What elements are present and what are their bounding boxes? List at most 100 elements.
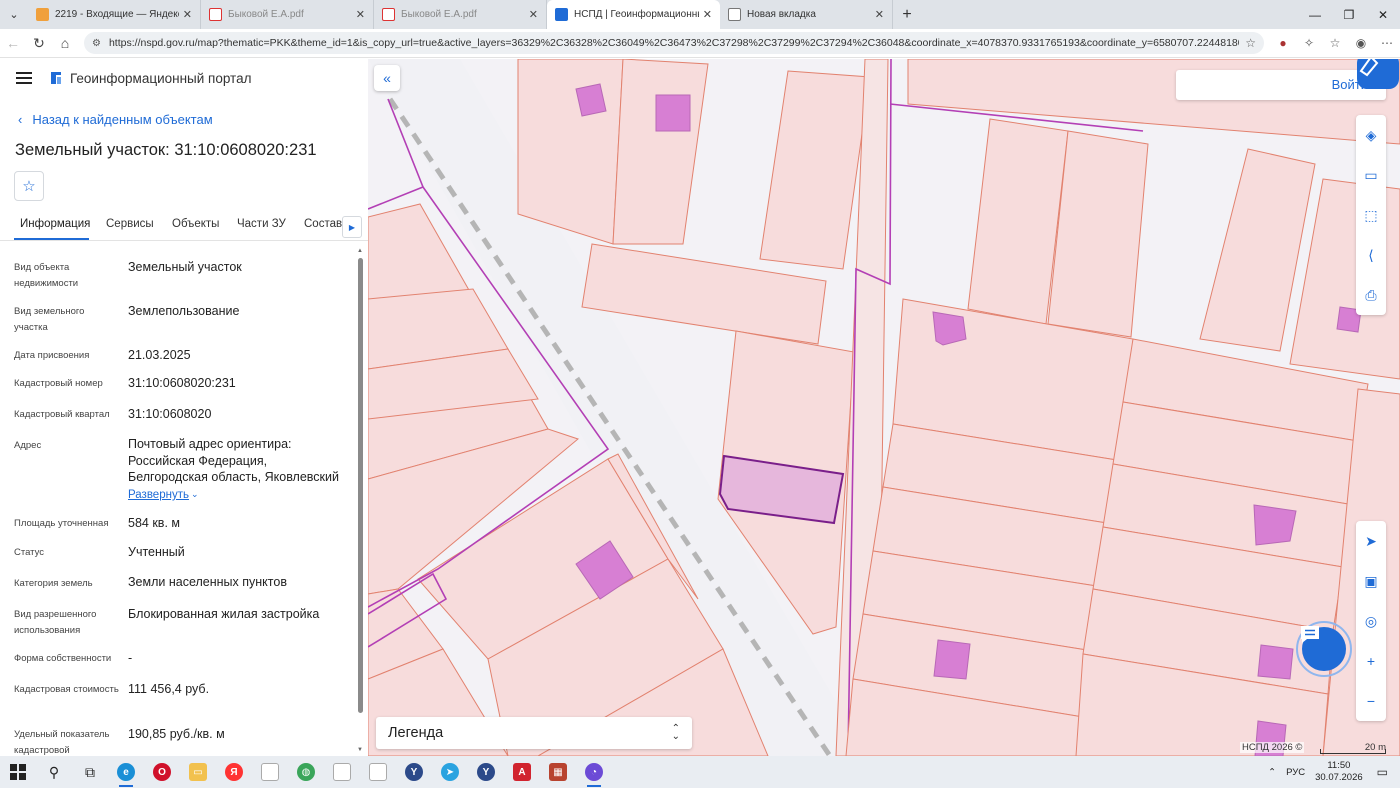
home-icon[interactable]: ⌂ bbox=[52, 30, 78, 56]
layers-icon[interactable]: ◈ bbox=[1356, 115, 1386, 155]
yandex-browser-icon[interactable]: Я bbox=[216, 756, 252, 788]
share-icon[interactable]: ⟨ bbox=[1356, 235, 1386, 275]
document-icon[interactable] bbox=[324, 756, 360, 788]
chevron-down-icon[interactable]: ⌄ bbox=[191, 489, 199, 500]
browser-tab[interactable]: Быковой Е.А.pdf ✕ bbox=[201, 0, 374, 29]
legend-toggle[interactable]: Легенда ⌃ ⌄ bbox=[376, 717, 692, 749]
site-info-icon[interactable]: ⚙ bbox=[92, 38, 101, 49]
attr-value: 584 кв. м bbox=[128, 516, 180, 530]
attr-value-address: Почтовый адрес ориентира: Российская Фед… bbox=[128, 437, 339, 484]
close-tab-icon[interactable]: ✕ bbox=[875, 8, 884, 21]
ruler-icon[interactable]: ▭ bbox=[1356, 155, 1386, 195]
edge-browser-icon[interactable]: e bbox=[108, 756, 144, 788]
browser-tab[interactable]: Быковой Е.А.pdf ✕ bbox=[374, 0, 547, 29]
document-icon[interactable] bbox=[360, 756, 396, 788]
tab-services[interactable]: Сервисы bbox=[106, 218, 154, 230]
start-windows-icon[interactable] bbox=[0, 756, 36, 788]
back-to-results-link[interactable]: ‹ Назад к найденным объектам bbox=[18, 112, 213, 127]
print-icon[interactable]: ⎙ bbox=[1356, 275, 1386, 315]
attr-value: 111 456,4 руб. bbox=[128, 682, 210, 696]
my-location-icon[interactable]: ➤ bbox=[1356, 521, 1386, 561]
tray-chevron-up-icon[interactable]: ⌃ bbox=[1268, 767, 1276, 778]
tab-information[interactable]: Информация bbox=[20, 218, 90, 230]
chat-bubble-icon bbox=[1301, 626, 1319, 643]
map-canvas[interactable] bbox=[368, 59, 1400, 756]
zoom-out-icon[interactable]: − bbox=[1356, 681, 1386, 721]
add-favorite-button[interactable]: ☆ bbox=[14, 171, 44, 201]
chat-support-button[interactable] bbox=[1296, 621, 1352, 677]
attr-label: Площадь уточненная bbox=[14, 518, 109, 529]
tab-search-chevron-icon[interactable]: ⌄ bbox=[0, 0, 28, 29]
extension-icon[interactable]: ● bbox=[1270, 30, 1296, 56]
back-arrow-icon[interactable]: ← bbox=[0, 30, 26, 56]
collapse-panel-button[interactable]: « bbox=[374, 65, 400, 91]
search-icon[interactable]: ⚲ bbox=[36, 756, 72, 788]
opera-icon[interactable]: O bbox=[144, 756, 180, 788]
tab-objects[interactable]: Объекты bbox=[172, 218, 219, 230]
attr-value: Землепользование bbox=[128, 304, 240, 318]
attr-label: Удельный показатель кадастровой bbox=[14, 729, 110, 756]
telegram-icon[interactable]: ➤ bbox=[432, 756, 468, 788]
maximize-icon[interactable]: ❐ bbox=[1332, 0, 1366, 29]
geolocate-icon[interactable]: ◎ bbox=[1356, 601, 1386, 641]
close-tab-icon[interactable]: ✕ bbox=[356, 8, 365, 21]
nspd-logo-icon[interactable] bbox=[1357, 59, 1399, 89]
attr-value: Земельный участок bbox=[128, 260, 242, 274]
nspd-favicon-icon bbox=[555, 8, 568, 21]
close-tab-icon[interactable]: ✕ bbox=[703, 8, 712, 21]
scroll-down-icon[interactable]: ▼ bbox=[357, 747, 363, 753]
area-select-icon[interactable]: ⬚ bbox=[1356, 195, 1386, 235]
page-favicon-icon bbox=[728, 8, 741, 21]
os-taskbar: ⚲ ⧉ e O ▭ Я ◍ Y ➤ Y A ▦ ◔ ⌃ РУС 11:50 30… bbox=[0, 756, 1400, 788]
tab-composition[interactable]: Состав bbox=[304, 218, 342, 230]
panel-scrollbar[interactable]: ▲ ▼ bbox=[357, 248, 364, 753]
close-window-icon[interactable]: ✕ bbox=[1366, 0, 1400, 29]
browser-tab-strip: ⌄ 2219 - Входящие — Яндекс Почта ✕ Быков… bbox=[0, 0, 1400, 29]
browser-tab[interactable]: Новая вкладка ✕ bbox=[720, 0, 893, 29]
favorites-icon[interactable]: ☆ bbox=[1322, 30, 1348, 56]
login-button[interactable]: Войти bbox=[1176, 70, 1386, 100]
portal-header: Геоинформационный портал bbox=[16, 70, 251, 86]
browser-tab[interactable]: 2219 - Входящие — Яндекс Почта ✕ bbox=[28, 0, 201, 29]
extensions-puzzle-icon[interactable]: ✧ bbox=[1296, 30, 1322, 56]
hamburger-menu-icon[interactable] bbox=[16, 72, 32, 84]
map-tools: ◈ ▭ ⬚ ⟨ ⎙ bbox=[1356, 115, 1386, 315]
browser-tab-active[interactable]: НСПД | Геоинформационный по ✕ bbox=[547, 0, 720, 29]
bookmark-star-icon[interactable]: ☆ bbox=[1245, 36, 1256, 50]
address-bar[interactable]: ⚙ https://nspd.gov.ru/map?thematic=PKK&t… bbox=[84, 32, 1264, 54]
system-tray: ⌃ РУС 11:50 30.07.2026 ▭ bbox=[1268, 756, 1400, 788]
close-tab-icon[interactable]: ✕ bbox=[183, 8, 192, 21]
language-indicator[interactable]: РУС bbox=[1286, 767, 1305, 778]
notifications-icon[interactable]: ▭ bbox=[1377, 765, 1388, 779]
browser-toolbar: ← ↻ ⌂ ⚙ https://nspd.gov.ru/map?thematic… bbox=[0, 29, 1400, 58]
scroll-up-icon[interactable]: ▲ bbox=[357, 248, 363, 254]
close-tab-icon[interactable]: ✕ bbox=[529, 8, 538, 21]
app-badge-icon[interactable]: ◔ bbox=[576, 756, 612, 788]
reload-icon[interactable]: ↻ bbox=[26, 30, 52, 56]
minimap-icon[interactable]: ▣ bbox=[1356, 561, 1386, 601]
document-icon[interactable] bbox=[252, 756, 288, 788]
attr-label: Статус bbox=[14, 547, 45, 558]
copyright-text: НСПД 2026 © bbox=[1240, 742, 1305, 753]
app-y-icon[interactable]: Y bbox=[468, 756, 504, 788]
scroll-thumb[interactable] bbox=[358, 258, 363, 713]
minimize-icon[interactable]: — bbox=[1298, 0, 1332, 29]
app-grid-icon[interactable]: ▦ bbox=[540, 756, 576, 788]
tab-parts[interactable]: Части ЗУ bbox=[237, 218, 286, 230]
clock[interactable]: 11:50 30.07.2026 bbox=[1315, 760, 1363, 784]
acrobat-icon[interactable]: A bbox=[504, 756, 540, 788]
tabs-scroll-right-button[interactable]: ▶ bbox=[342, 216, 362, 238]
new-tab-plus-icon[interactable]: + bbox=[893, 0, 921, 29]
task-view-icon[interactable]: ⧉ bbox=[72, 756, 108, 788]
profile-avatar-icon[interactable]: ◉ bbox=[1348, 30, 1374, 56]
globe-app-icon[interactable]: ◍ bbox=[288, 756, 324, 788]
zoom-in-icon[interactable]: + bbox=[1356, 641, 1386, 681]
attr-value: - bbox=[128, 651, 133, 665]
more-menu-icon[interactable]: ⋯ bbox=[1374, 30, 1400, 56]
url-text[interactable]: https://nspd.gov.ru/map?thematic=PKK&the… bbox=[109, 37, 1239, 49]
expand-address-link[interactable]: Развернуть bbox=[128, 489, 189, 501]
file-explorer-icon[interactable]: ▭ bbox=[180, 756, 216, 788]
cadastral-map[interactable]: « Войти ◈ ▭ ⬚ ⟨ ⎙ ➤ ▣ ◎ + − Легенда ⌃ ⌄ Н… bbox=[368, 59, 1400, 756]
clock-time: 11:50 bbox=[1327, 760, 1351, 771]
app-y-icon[interactable]: Y bbox=[396, 756, 432, 788]
